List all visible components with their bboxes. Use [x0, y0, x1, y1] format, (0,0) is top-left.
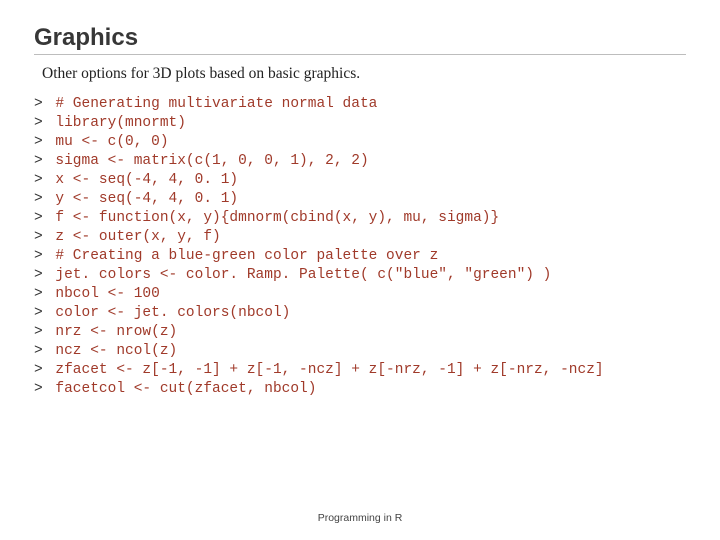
code-line: > # Generating multivariate normal data — [34, 95, 686, 114]
prompt: > — [34, 191, 51, 207]
code-line: > x <- seq(-4, 4, 0. 1) — [34, 171, 686, 190]
code-text: ncz <- ncol(z) — [55, 343, 177, 359]
code-line: > mu <- c(0, 0) — [34, 133, 686, 152]
slide: Graphics Other options for 3D plots base… — [0, 0, 720, 540]
prompt: > — [34, 115, 51, 131]
subtitle: Other options for 3D plots based on basi… — [42, 65, 686, 83]
prompt: > — [34, 324, 51, 340]
code-text: # Generating multivariate normal data — [55, 96, 377, 112]
code-text: zfacet <- z[-1, -1] + z[-1, -ncz] + z[-n… — [55, 362, 603, 378]
code-text: f <- function(x, y){dmnorm(cbind(x, y), … — [55, 210, 499, 226]
code-text: library(mnormt) — [55, 115, 186, 131]
code-line: > library(mnormt) — [34, 114, 686, 133]
code-text: x <- seq(-4, 4, 0. 1) — [55, 172, 238, 188]
code-line: > f <- function(x, y){dmnorm(cbind(x, y)… — [34, 209, 686, 228]
code-text: jet. colors <- color. Ramp. Palette( c("… — [55, 267, 551, 283]
prompt: > — [34, 210, 51, 226]
code-text: y <- seq(-4, 4, 0. 1) — [55, 191, 238, 207]
code-text: z <- outer(x, y, f) — [55, 229, 220, 245]
prompt: > — [34, 96, 51, 112]
prompt: > — [34, 267, 51, 283]
code-line: > color <- jet. colors(nbcol) — [34, 304, 686, 323]
prompt: > — [34, 229, 51, 245]
footer: Programming in R — [0, 512, 720, 524]
code-text: sigma <- matrix(c(1, 0, 0, 1), 2, 2) — [55, 153, 368, 169]
code-text: facetcol <- cut(zfacet, nbcol) — [55, 381, 316, 397]
code-text: nrz <- nrow(z) — [55, 324, 177, 340]
prompt: > — [34, 172, 51, 188]
code-line: > jet. colors <- color. Ramp. Palette( c… — [34, 266, 686, 285]
code-line: > nrz <- nrow(z) — [34, 323, 686, 342]
prompt: > — [34, 153, 51, 169]
prompt: > — [34, 305, 51, 321]
code-line: > y <- seq(-4, 4, 0. 1) — [34, 190, 686, 209]
code-line: > z <- outer(x, y, f) — [34, 228, 686, 247]
prompt: > — [34, 362, 51, 378]
prompt: > — [34, 134, 51, 150]
prompt: > — [34, 343, 51, 359]
code-line: > # Creating a blue-green color palette … — [34, 247, 686, 266]
code-line: > zfacet <- z[-1, -1] + z[-1, -ncz] + z[… — [34, 361, 686, 380]
prompt: > — [34, 248, 51, 264]
code-line: > sigma <- matrix(c(1, 0, 0, 1), 2, 2) — [34, 152, 686, 171]
code-text: mu <- c(0, 0) — [55, 134, 168, 150]
code-text: nbcol <- 100 — [55, 286, 159, 302]
code-block: > # Generating multivariate normal data>… — [34, 95, 686, 399]
prompt: > — [34, 286, 51, 302]
code-line: > facetcol <- cut(zfacet, nbcol) — [34, 380, 686, 399]
code-text: color <- jet. colors(nbcol) — [55, 305, 290, 321]
code-text: # Creating a blue-green color palette ov… — [55, 248, 438, 264]
prompt: > — [34, 381, 51, 397]
code-line: > nbcol <- 100 — [34, 285, 686, 304]
page-title: Graphics — [34, 24, 686, 55]
code-line: > ncz <- ncol(z) — [34, 342, 686, 361]
